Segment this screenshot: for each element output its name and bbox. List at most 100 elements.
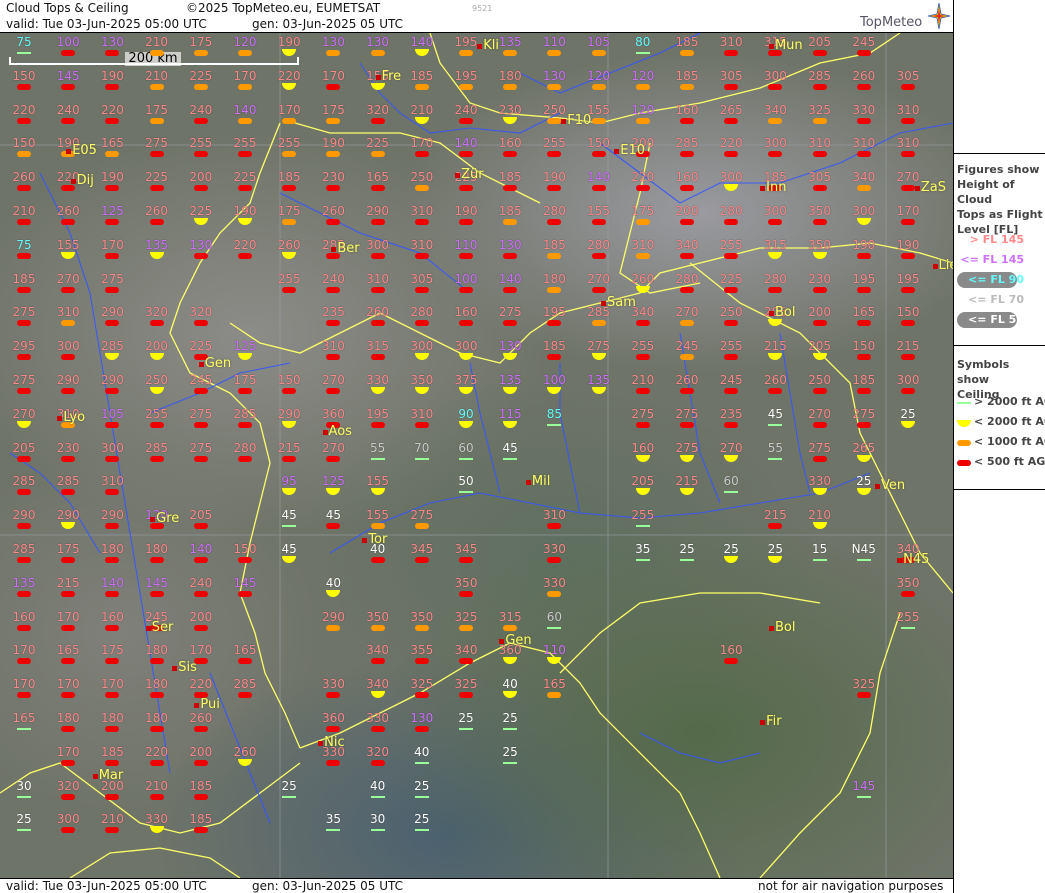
cloud-top-value: 190 xyxy=(454,204,478,218)
ceiling-red-bar xyxy=(414,219,429,225)
cloud-top-value: 185 xyxy=(277,170,301,185)
grid-cell: 160 xyxy=(623,441,663,465)
ceiling-half-circle xyxy=(812,251,827,259)
ceiling-red-bar xyxy=(812,388,827,394)
cloud-top-value: 260 xyxy=(12,170,36,185)
disclaimer: not for air navigation purposes xyxy=(758,879,944,893)
cloud-top-value: 60 xyxy=(546,609,563,624)
grid-cell: 195 xyxy=(888,272,928,296)
grid-cell: 300 xyxy=(844,204,884,228)
ceiling-red-bar xyxy=(105,252,120,259)
cloud-top-value: 210 xyxy=(410,102,434,117)
cloud-top-value: 300 xyxy=(56,339,80,354)
grid-cell: 215 xyxy=(48,576,88,600)
legend-ceiling-label: < 2000 ft AGL xyxy=(974,415,1045,428)
ceiling-red-bar xyxy=(370,354,385,361)
ceiling-red-bar xyxy=(503,286,518,293)
ceiling-orange-bar xyxy=(547,590,562,597)
grid-cell: 205 xyxy=(800,35,840,59)
cloud-top-value: 205 xyxy=(631,474,655,489)
cloud-top-value: 100 xyxy=(56,35,80,49)
grid-cell: 130 xyxy=(402,711,442,735)
ceiling-red-bar xyxy=(193,151,208,158)
grid-cell: 275 xyxy=(623,407,663,431)
ceiling-red-bar xyxy=(812,421,827,428)
ceiling-orange-bar xyxy=(503,50,518,56)
ceiling-red-bar xyxy=(193,793,208,800)
ceiling-red-bar xyxy=(901,388,915,394)
city-label: Mar xyxy=(98,768,124,784)
cloud-top-value: 15 xyxy=(811,542,828,556)
grid-cell: 200 xyxy=(800,305,840,329)
ceiling-half-circle xyxy=(282,82,297,90)
grid-cell: 215 xyxy=(755,508,795,532)
grid-cell: 255 xyxy=(888,610,928,634)
legend-tops-label: <= FL 90 xyxy=(968,273,1024,286)
cloud-top-value: 55 xyxy=(767,440,784,455)
legend-half-circle-icon xyxy=(957,420,971,427)
ceiling-orange-bar xyxy=(591,50,606,56)
ceiling-orange-bar xyxy=(812,117,827,124)
ceiling-red-bar xyxy=(812,320,827,327)
ceiling-red-bar xyxy=(856,252,871,259)
grid-cell: 150 xyxy=(269,373,309,397)
city-dot-icon xyxy=(322,429,328,435)
grid-cell: 25 xyxy=(755,542,795,566)
ceiling-red-bar xyxy=(61,354,76,361)
legend-bar-icon xyxy=(957,460,971,466)
grid-cell: 25 xyxy=(269,779,309,803)
cloud-top-value: 330 xyxy=(366,373,390,387)
city-label: F10 xyxy=(567,112,592,128)
ceiling-orange-bar xyxy=(105,151,120,158)
cloud-top-value: 90 xyxy=(458,406,474,421)
ceiling-red-bar xyxy=(105,658,120,665)
grid-cell: 280 xyxy=(579,238,619,262)
cloud-top-value: 230 xyxy=(498,102,522,117)
ceiling-red-bar xyxy=(370,320,385,327)
grid-cell: 240 xyxy=(313,272,353,296)
cloud-top-value: 310 xyxy=(719,35,743,49)
grid-cell: 205 xyxy=(4,441,44,465)
cloud-top-value: 35 xyxy=(635,542,651,556)
cloud-top-value: 345 xyxy=(454,542,478,556)
grid-cell: 320 xyxy=(358,745,398,769)
ceiling-orange-bar xyxy=(326,50,341,56)
grid-cell: 190 xyxy=(446,204,486,228)
cloud-top-value: 195 xyxy=(852,271,876,286)
ceiling-half-circle xyxy=(856,488,871,496)
grid-cell: 150 xyxy=(225,542,265,566)
city-dot-icon xyxy=(172,666,178,672)
grid-cell: 300 xyxy=(755,69,795,93)
ceiling-half-circle xyxy=(459,353,473,361)
grid-cell: 300 xyxy=(48,339,88,363)
product-title: Cloud Tops & Ceiling xyxy=(6,1,129,15)
grid-cell: 345 xyxy=(402,542,442,566)
ceiling-half-circle xyxy=(414,387,429,394)
city-label: Pui xyxy=(200,697,220,713)
legend-ceiling-label: > 2000 ft AGL xyxy=(974,395,1045,408)
satellite-map[interactable]: 200 km 75 100 130 210 175 120 190 130 130 140 195 1… xyxy=(0,33,953,878)
grid-cell: 215 xyxy=(888,339,928,363)
ceiling-red-bar xyxy=(414,658,429,665)
run-id: 9521 xyxy=(472,4,493,13)
city-label: Dij xyxy=(76,173,94,189)
grid-cell: 255 xyxy=(711,238,751,262)
ceiling-red-bar xyxy=(680,219,694,225)
ceiling-red-bar xyxy=(149,692,164,699)
city-label: Bol xyxy=(774,619,796,635)
ceiling-red-bar xyxy=(149,793,164,800)
cloud-top-value: 185 xyxy=(498,204,522,218)
city-dot-icon xyxy=(318,740,324,746)
grid-cell: 80 xyxy=(623,35,663,59)
grid-cell: 225 xyxy=(225,170,265,194)
ceiling-orange-bar xyxy=(591,117,606,124)
grid-cell: 170 xyxy=(225,69,265,93)
cloud-top-value: 205 xyxy=(12,440,36,455)
legend-panel: Figures show Height of Cloud Tops as Fli… xyxy=(953,0,1045,893)
cloud-top-value: 185 xyxy=(100,744,124,759)
cloud-top-value: 25 xyxy=(502,711,518,725)
grid-cell: 170 xyxy=(48,677,88,701)
ceiling-red-bar xyxy=(901,117,915,124)
cloud-top-value: 140 xyxy=(100,575,124,590)
grid-cell: 260 xyxy=(755,373,795,397)
